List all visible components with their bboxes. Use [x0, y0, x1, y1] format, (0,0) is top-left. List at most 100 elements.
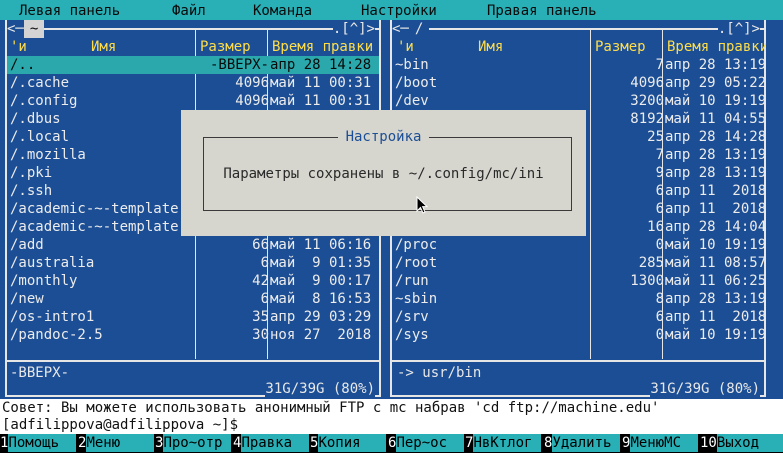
function-key-2[interactable]: 2Меню [78, 434, 155, 453]
left-panel-status: -ВВЕРХ- [10, 365, 70, 381]
file-mtime: май 11 06:25 [665, 273, 766, 289]
right-panel-controls[interactable]: .[^]> [717, 20, 760, 38]
file-name[interactable]: ~bin [395, 56, 429, 74]
file-mtime: ноя 27 2018 [270, 327, 372, 343]
left-header-n[interactable]: 'и [10, 38, 27, 56]
function-key-8[interactable]: 8Удалить [544, 434, 621, 453]
left-panel-controls[interactable]: .[^]> [332, 20, 375, 38]
file-size: 4096 [235, 75, 269, 91]
file-name[interactable]: /.local [10, 128, 69, 146]
file-row[interactable]: /os-intro1 35 апр 29 03:29 [7, 308, 379, 326]
menu-right-panel[interactable]: Правая панель [487, 2, 597, 20]
file-size: 42 [252, 273, 269, 289]
file-row[interactable]: /proc 0 май 10 19:19 [392, 236, 766, 254]
menu-settings[interactable]: Настройки [361, 2, 437, 20]
file-name[interactable]: /academic-~-template [10, 200, 179, 218]
left-path[interactable]: ~ [23, 20, 45, 38]
file-size: 285 [638, 255, 664, 271]
function-key-10[interactable]: 10Выход [700, 434, 783, 453]
file-name[interactable]: ~sbin [395, 290, 437, 308]
settings-dialog[interactable]: Настройка Параметры сохранены в ~/.confi… [181, 110, 586, 236]
file-name[interactable]: /new [10, 290, 44, 308]
function-key-4[interactable]: 4Правка [233, 434, 310, 453]
file-row[interactable]: ~sbin 8 апр 28 13:19 [392, 290, 766, 308]
menu-left-panel[interactable]: Левая панель [19, 2, 120, 20]
file-size: 30 [252, 327, 269, 343]
right-header-mtime[interactable]: Время правки [667, 38, 766, 56]
file-row[interactable]: /.config 4096 май 11 00:31 [7, 92, 379, 110]
file-name[interactable]: /dev [395, 92, 429, 110]
right-panel-controls-text[interactable]: .[^]> [718, 20, 760, 38]
file-mtime: май 10 19:19 [665, 237, 766, 253]
file-mtime: апр 29 05:22 [665, 75, 766, 91]
function-key-5[interactable]: 5Копия [310, 434, 387, 453]
shell-prompt[interactable]: [adfilippova@adfilippova ~]$ [2, 416, 238, 434]
right-path-marker[interactable]: <─ [392, 20, 409, 38]
file-row[interactable]: /boot 4096 апр 29 05:22 [392, 74, 766, 92]
file-name[interactable]: /add [10, 236, 44, 254]
menu-file[interactable]: Файл [172, 2, 206, 20]
function-key-7[interactable]: 7НвКтлог [465, 434, 542, 453]
file-name[interactable]: /.pki [10, 164, 52, 182]
function-key-6[interactable]: 6Пер~ос [388, 434, 465, 453]
left-panel-controls-text[interactable]: .[^]> [333, 20, 375, 38]
file-name[interactable]: /root [395, 254, 437, 272]
left-header-size[interactable]: Размер [200, 38, 251, 56]
file-row[interactable]: /root 285 май 11 08:57 [392, 254, 766, 272]
file-size: 6 [260, 291, 269, 307]
file-mtime: май 10 19:19 [665, 327, 766, 343]
function-key-label: Про~отр [163, 434, 232, 452]
file-name[interactable]: /.config [10, 92, 77, 110]
file-name[interactable]: /run [395, 272, 429, 290]
file-size: 1300 [630, 273, 664, 289]
function-key-label: Меню [86, 434, 155, 452]
command-line[interactable]: [adfilippova@adfilippova ~]$ [0, 416, 783, 434]
right-path[interactable]: / [409, 20, 429, 38]
menu-command[interactable]: Команда [253, 2, 312, 20]
file-name[interactable]: /proc [395, 236, 437, 254]
hint-line: Совет: Вы можете использовать анонимный … [0, 399, 783, 417]
file-name[interactable]: /monthly [10, 272, 77, 290]
file-name[interactable]: /pandoc-2.5 [10, 326, 103, 344]
right-header-name[interactable]: Имя [478, 38, 503, 56]
left-disk-usage: 31G/39G (80%) [265, 380, 375, 397]
file-name[interactable]: /.ssh [10, 182, 52, 200]
left-header-name[interactable]: Имя [91, 38, 116, 56]
file-row[interactable]: /monthly 42 май 9 00:17 [7, 272, 379, 290]
file-name[interactable]: /srv [395, 308, 429, 326]
file-name[interactable]: /.cache [10, 74, 69, 92]
file-row[interactable]: /dev 3200 май 10 19:19 [392, 92, 766, 110]
function-key-number: 9 [622, 435, 631, 451]
file-name[interactable]: /boot [395, 74, 437, 92]
file-size: 0 [655, 327, 664, 343]
file-row[interactable]: /new 6 май 8 16:53 [7, 290, 379, 308]
function-key-label: Пер~ос [396, 434, 465, 452]
function-key-9[interactable]: 9МенюМС [622, 434, 699, 453]
right-panel-separator [390, 360, 766, 362]
left-header-mtime[interactable]: Время правки [272, 38, 373, 56]
file-name[interactable]: /academic-~-template [10, 218, 179, 236]
right-header-n[interactable]: 'и [397, 38, 414, 56]
file-name[interactable]: /australia [10, 254, 94, 272]
file-size: -ВВЕРХ- [209, 57, 269, 73]
left-path-marker[interactable]: <─ [7, 20, 24, 38]
function-key-3[interactable]: 3Про~отр [155, 434, 232, 453]
function-key-1[interactable]: 1Помощь [0, 434, 77, 453]
file-row[interactable]: /srv 6 апр 11 2018 [392, 308, 766, 326]
file-row[interactable]: ~bin 7 апр 28 13:19 [392, 56, 766, 74]
file-row[interactable]: /australia 6 май 9 01:35 [7, 254, 379, 272]
file-name[interactable]: /os-intro1 [10, 308, 94, 326]
file-name[interactable]: /.dbus [10, 110, 61, 128]
file-row[interactable]: /.cache 4096 май 11 00:31 [7, 74, 379, 92]
file-mtime: апр 11 2018 [665, 309, 766, 325]
file-name[interactable]: /.. [10, 56, 35, 74]
file-name[interactable]: /.mozilla [10, 146, 86, 164]
file-row[interactable]: /run 1300 май 11 06:25 [392, 272, 766, 290]
file-size: 6 [655, 183, 664, 199]
file-row[interactable]: /sys 0 май 10 19:19 [392, 326, 766, 344]
file-row[interactable]: /.. -ВВЕРХ-апр 28 14:28 [7, 56, 379, 74]
file-name[interactable]: /sys [395, 326, 429, 344]
file-row[interactable]: /add 66 май 11 06:16 [7, 236, 379, 254]
right-header-size[interactable]: Размер [595, 38, 646, 56]
file-row[interactable]: /pandoc-2.5 30 ноя 27 2018 [7, 326, 379, 344]
